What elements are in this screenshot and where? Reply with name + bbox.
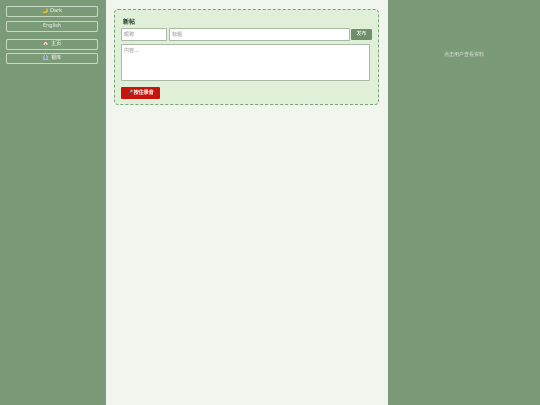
sidebar-item-label: 银库 [51, 55, 62, 61]
new-post-composer: 新帖 发布 🎤按住录音 [114, 9, 379, 105]
theme-toggle-label: Dark [50, 8, 63, 14]
composer-title: 新帖 [123, 19, 136, 26]
nickname-input[interactable] [121, 28, 167, 41]
post-title-input[interactable] [169, 28, 350, 41]
publish-button[interactable]: 发布 [351, 29, 372, 40]
bank-icon: 🏦 [42, 55, 50, 61]
language-label: English [42, 23, 62, 29]
moon-icon: 🌙 [41, 8, 49, 14]
language-button[interactable]: English [6, 21, 98, 32]
house-icon: 🏠 [42, 41, 50, 47]
sidebar-item-bank[interactable]: 🏦 银库 [6, 53, 98, 64]
profile-panel: 点击用户查看资料 [388, 0, 540, 405]
record-label: 按住录音 [133, 90, 154, 96]
post-content-textarea[interactable] [121, 44, 370, 81]
theme-toggle-button[interactable]: 🌙 Dark [6, 6, 98, 17]
sidebar-item-label: 主页 [51, 41, 62, 47]
profile-hint: 点击用户查看资料 [443, 52, 484, 58]
hold-to-record-button[interactable]: 🎤按住录音 [121, 87, 160, 99]
sidebar-item-home[interactable]: 🏠 主页 [6, 39, 98, 50]
sidebar: 🌙 Dark English 🏠 主页 🏦 银库 [0, 0, 106, 405]
